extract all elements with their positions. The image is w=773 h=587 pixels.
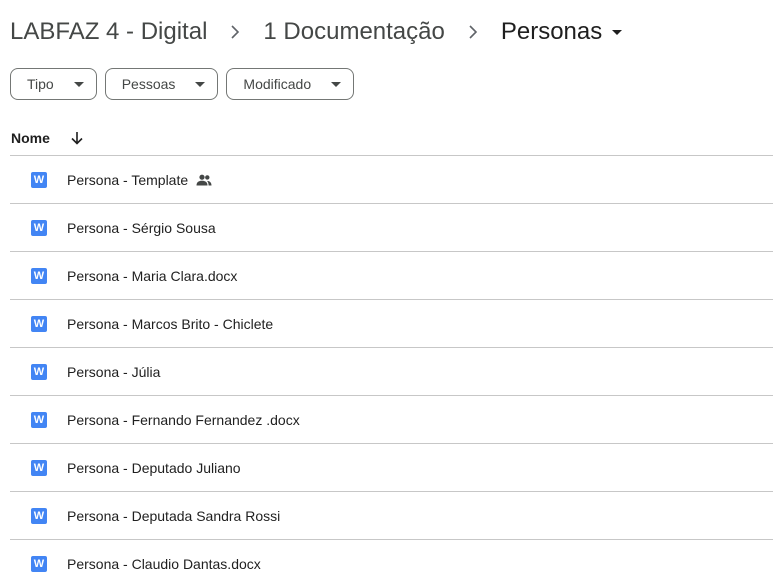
chevron-right-icon [207,14,263,50]
filter-bar: Tipo Pessoas Modificado [10,68,355,100]
word-doc-icon: W [31,315,47,332]
file-row[interactable]: W Persona - Deputada Sandra Rossi [10,492,773,540]
drive-folder-view: LABFAZ 4 - Digital 1 Documentação Person… [0,0,773,587]
file-name: Persona - Deputada Sandra Rossi [67,507,281,524]
caret-down-icon [73,81,84,87]
breadcrumb-item-documentacao[interactable]: 1 Documentação [263,14,444,50]
file-row[interactable]: W Persona - Sérgio Sousa [10,204,773,252]
file-name: Persona - Marcos Brito - Chiclete [67,315,274,332]
word-doc-icon: W [31,267,47,284]
filter-chip-tipo[interactable]: Tipo [10,68,97,100]
breadcrumb-current-folder[interactable]: Personas [500,18,623,46]
file-list-header: Nome [10,120,773,156]
chevron-right-icon [445,14,501,50]
file-name: Persona - Template [67,171,189,188]
file-name: Persona - Júlia [67,363,161,380]
word-doc-icon: W [31,363,47,380]
caret-down-icon [612,29,623,35]
file-name: Persona - Sérgio Sousa [67,219,216,236]
filter-chip-label: Modificado [243,76,312,92]
word-doc-icon: W [31,555,47,572]
file-row[interactable]: W Persona - Claudio Dantas.docx [10,540,773,587]
word-doc-icon: W [31,171,47,188]
file-row[interactable]: W Persona - Template [10,156,773,204]
file-name: Persona - Fernando Fernandez .docx [67,411,300,428]
file-row[interactable]: W Persona - Deputado Juliano [10,444,773,492]
breadcrumb-current-label: Personas [500,18,603,45]
arrow-down-icon[interactable] [70,131,84,145]
word-doc-icon: W [31,459,47,476]
file-row[interactable]: W Persona - Fernando Fernandez .docx [10,396,773,444]
file-row[interactable]: W Persona - Marcos Brito - Chiclete [10,300,773,348]
file-name: Persona - Claudio Dantas.docx [67,555,261,572]
shared-people-icon [196,174,212,186]
caret-down-icon [195,81,206,87]
file-name: Persona - Deputado Juliano [67,459,241,476]
filter-chip-label: Tipo [27,76,54,92]
breadcrumb: LABFAZ 4 - Digital 1 Documentação Person… [10,14,623,50]
column-header-name[interactable]: Nome [10,130,50,146]
filter-chip-label: Pessoas [121,76,176,92]
file-row[interactable]: W Persona - Maria Clara.docx [10,252,773,300]
filter-chip-pessoas[interactable]: Pessoas [104,68,219,100]
word-doc-icon: W [31,219,47,236]
file-list: W Persona - Template W Persona - Sérgio … [10,156,773,587]
file-row[interactable]: W Persona - Júlia [10,348,773,396]
filter-chip-modificado[interactable]: Modificado [226,68,355,100]
caret-down-icon [331,81,342,87]
file-name: Persona - Maria Clara.docx [67,267,238,284]
breadcrumb-item-labfaz[interactable]: LABFAZ 4 - Digital [10,14,207,50]
word-doc-icon: W [31,411,47,428]
word-doc-icon: W [31,507,47,524]
